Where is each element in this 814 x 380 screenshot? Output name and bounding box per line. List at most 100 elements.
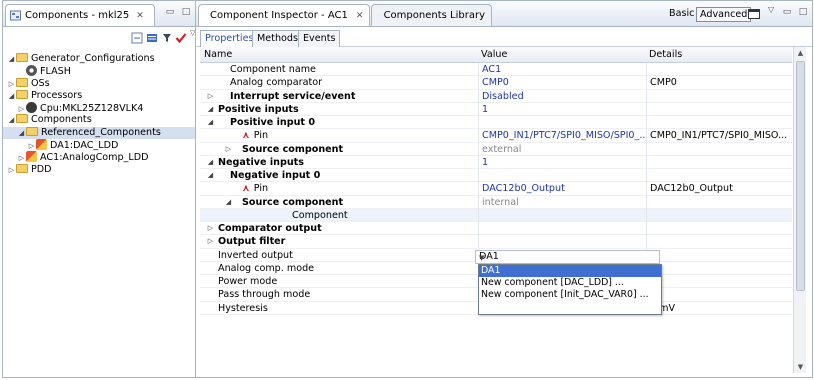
tree-item[interactable]: ◢ Referenced_Components	[3, 126, 199, 140]
tree-item[interactable]: ▷ OSs	[3, 77, 199, 90]
tab-methods[interactable]: Methods	[252, 30, 303, 47]
column-header-name[interactable]: Name	[204, 49, 232, 60]
property-value[interactable]: external	[478, 142, 646, 156]
tree-item[interactable]: ◢ Generator_Configurations	[3, 53, 199, 65]
collapsed-icon[interactable]: ▷	[17, 152, 26, 164]
collapsed-icon[interactable]: ▷	[206, 90, 215, 103]
property-row[interactable]: ▷ Output filter	[200, 235, 792, 249]
tree-item-label: PDD	[31, 163, 52, 175]
property-row[interactable]: Analog comparator CMP0 CMP0	[200, 76, 792, 90]
tab-components-library[interactable]: Components Library	[371, 4, 492, 26]
property-name-cell: ◢ Negative input 0	[200, 169, 478, 182]
maximize-icon[interactable]: □	[798, 8, 808, 18]
advanced-mode-button[interactable]: Advanced	[696, 7, 752, 22]
property-value[interactable]: CMP0_IN1/PTC7/SPI0_MISO/SPI0_...	[478, 129, 646, 143]
maximize-icon[interactable]: □	[181, 8, 191, 18]
property-name: Source component	[242, 196, 344, 208]
tab-component-inspector[interactable]: Component Inspector - AC1 ✕	[198, 4, 370, 26]
vertical-scrollbar[interactable]: ▲ ▼	[793, 47, 806, 373]
tab-components[interactable]: Components - mkl25 ✕	[5, 4, 155, 26]
property-value[interactable]	[478, 169, 646, 182]
property-details	[646, 155, 792, 169]
dropdown-option[interactable]: New component [DAC_LDD] ...	[479, 277, 661, 289]
collapsed-icon[interactable]: ▷	[7, 78, 16, 90]
property-row[interactable]: ▷ Source component external	[200, 142, 792, 156]
column-header-value[interactable]: Value	[481, 49, 507, 60]
property-row[interactable]: Component	[200, 208, 792, 222]
collapsed-icon[interactable]: ▷	[7, 164, 16, 176]
basic-mode-button[interactable]: Basic	[666, 7, 697, 22]
property-row[interactable]: ◢ Negative inputs 1	[200, 155, 792, 169]
component-list-icon[interactable]	[146, 32, 158, 44]
tree-item[interactable]: FLASH	[3, 65, 199, 77]
property-value[interactable]: 1	[478, 102, 646, 116]
dropdown-arrow-icon[interactable]: ▼	[479, 252, 656, 264]
layout-icon[interactable]	[748, 9, 760, 19]
property-row[interactable]: ◢ Source component internal	[200, 195, 792, 209]
component-combo[interactable]: DA1 ▼	[475, 250, 660, 264]
property-value[interactable]	[478, 235, 646, 249]
property-row[interactable]: ⋏ Pin DAC12b0_Output DAC12b0_Output	[200, 182, 792, 196]
property-value[interactable]	[478, 116, 646, 129]
property-row[interactable]: ◢ Positive input 0	[200, 116, 792, 130]
property-row[interactable]: ⋏ Pin CMP0_IN1/PTC7/SPI0_MISO/SPI0_... CMP0…	[200, 129, 792, 143]
expanded-icon[interactable]: ◢	[206, 156, 215, 169]
property-value[interactable]: DAC12b0_Output	[478, 182, 646, 196]
property-value[interactable]: Disabled	[478, 89, 646, 103]
view-menu-icon[interactable]: ▽	[768, 5, 774, 14]
checkmark-icon[interactable]	[175, 32, 187, 44]
expanded-icon[interactable]: ◢	[206, 116, 215, 129]
components-view: Components - mkl25 ✕ ▭ □ ▽ ◢ Generator_Co…	[2, 0, 199, 378]
property-value[interactable]: AC1	[478, 63, 646, 76]
property-name-cell: ▷ Output filter	[200, 235, 478, 248]
close-icon[interactable]: ✕	[356, 11, 364, 21]
tree-item[interactable]: ▷ DA1:DAC_LDD	[3, 139, 199, 151]
folder-icon	[16, 163, 28, 173]
collapsed-icon[interactable]: ▷	[206, 235, 215, 248]
component-icon	[26, 151, 37, 163]
expanded-icon[interactable]: ◢	[7, 114, 16, 126]
property-row[interactable]: Component name AC1	[200, 63, 792, 77]
expanded-icon[interactable]: ◢	[17, 127, 26, 139]
close-icon[interactable]: ✕	[136, 11, 144, 21]
dropdown-option[interactable]: DA1	[479, 265, 661, 277]
property-row[interactable]: ▷ Interrupt service/event Disabled	[200, 89, 792, 103]
minimize-icon[interactable]: ▭	[782, 8, 792, 18]
property-value[interactable]	[478, 208, 646, 222]
collapsed-icon[interactable]: ▷	[27, 140, 36, 152]
tree-item[interactable]: ▷ PDD	[3, 163, 199, 176]
dropdown-option[interactable]: New component [Init_DAC_VAR0] ...	[479, 289, 661, 301]
tab-properties[interactable]: Properties	[200, 30, 259, 47]
tree-item[interactable]: ◢ Components	[3, 114, 199, 126]
scrollbar-thumb[interactable]	[796, 61, 805, 291]
collapse-all-icon[interactable]	[131, 32, 143, 44]
expanded-icon[interactable]: ◢	[7, 90, 16, 102]
property-details	[646, 275, 792, 288]
tree-item[interactable]: ▷ Cpu:MKL25Z128VLK4	[3, 102, 199, 114]
property-details	[646, 235, 792, 249]
component-dropdown-list: DA1 New component [DAC_LDD] ... New compon…	[478, 264, 662, 315]
minimize-icon[interactable]: ▭	[165, 8, 175, 18]
scroll-down-icon[interactable]: ▼	[794, 363, 807, 371]
filter-icon[interactable]	[161, 32, 173, 44]
property-value[interactable]: CMP0	[478, 76, 646, 90]
expanded-icon[interactable]: ◢	[224, 196, 233, 209]
property-value[interactable]	[478, 222, 646, 235]
tree-item[interactable]: ◢ Processors	[3, 89, 199, 102]
property-row[interactable]: ▷ Comparator output	[200, 222, 792, 236]
collapsed-icon[interactable]: ▷	[17, 103, 26, 115]
expanded-icon[interactable]: ◢	[7, 53, 16, 65]
property-row[interactable]: ◢ Negative input 0	[200, 169, 792, 183]
property-value[interactable]: 1	[478, 155, 646, 169]
collapsed-icon[interactable]: ▷	[206, 222, 215, 235]
property-details	[646, 261, 792, 275]
expanded-icon[interactable]: ◢	[206, 103, 215, 116]
column-header-details[interactable]: Details	[649, 49, 682, 60]
expanded-icon[interactable]: ◢	[206, 169, 215, 182]
collapsed-icon[interactable]: ▷	[224, 143, 233, 156]
property-row[interactable]: ◢ Positive inputs 1	[200, 102, 792, 116]
tab-events[interactable]: Events	[298, 30, 341, 47]
scroll-up-icon[interactable]: ▲	[794, 49, 807, 57]
tree-item[interactable]: ▷ AC1:AnalogComp_LDD	[3, 151, 199, 163]
property-value[interactable]: internal	[478, 195, 646, 209]
